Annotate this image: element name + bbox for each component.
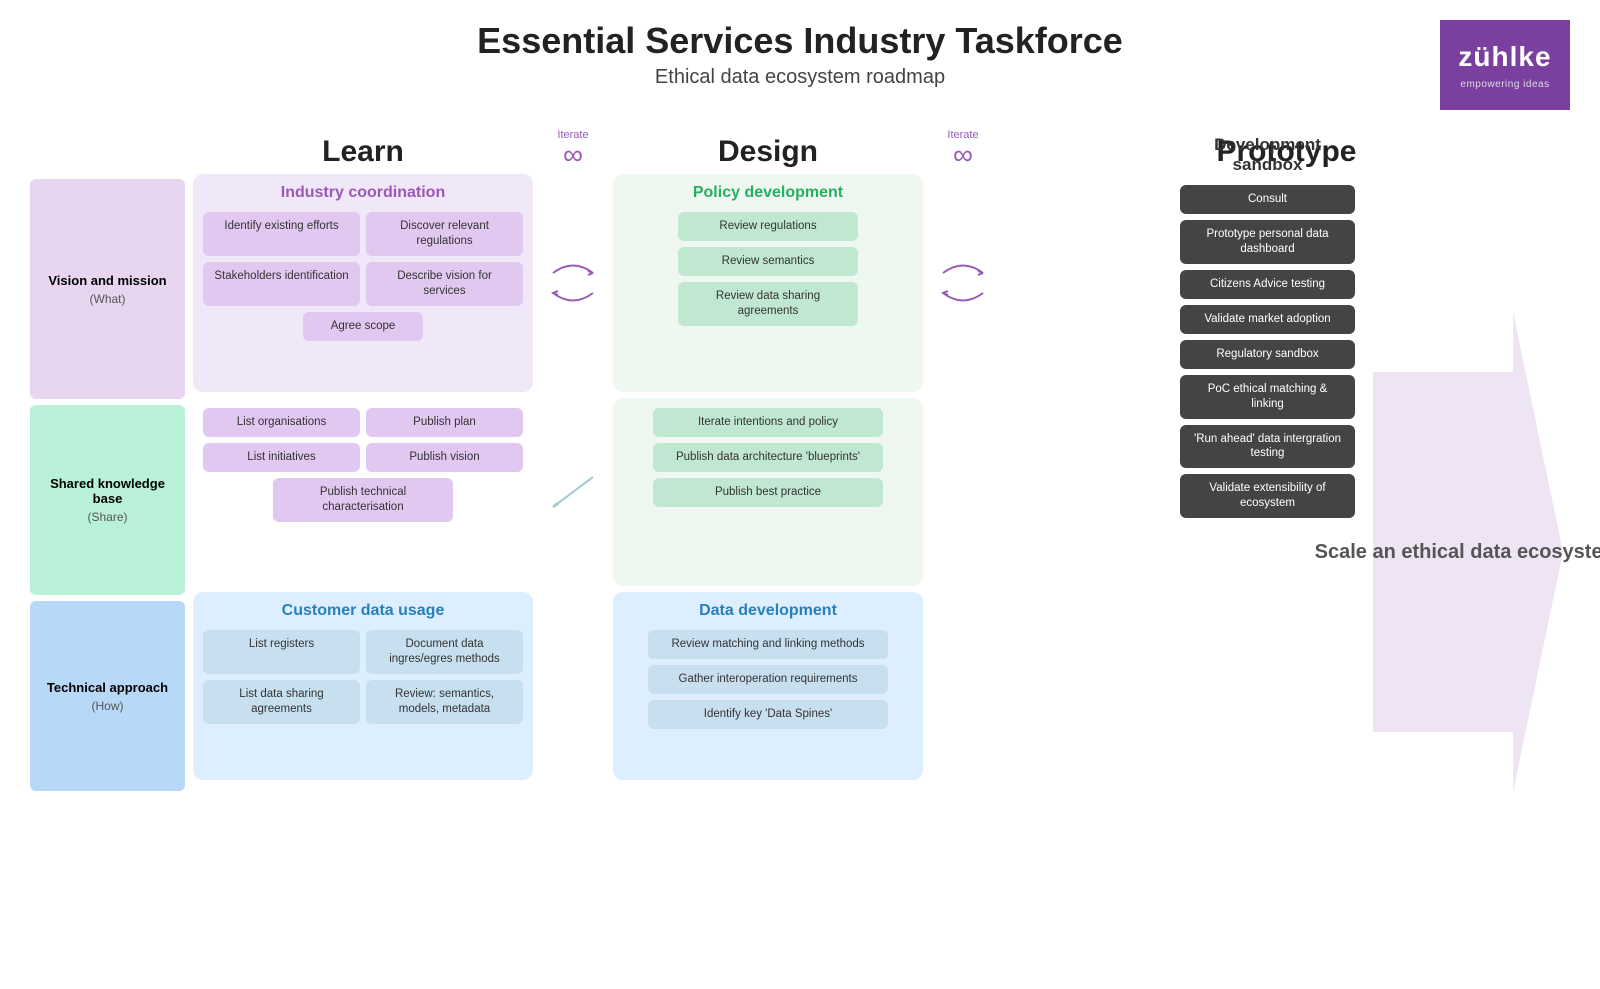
card-validate-market: Validate market adoption bbox=[1180, 305, 1355, 334]
customer-data-box: Customer data usage List registers Docum… bbox=[193, 592, 533, 780]
learn-header: Learn bbox=[193, 135, 533, 174]
card-list-initiatives: List initiatives bbox=[203, 443, 360, 472]
card-describe-vision: Describe vision for services bbox=[366, 262, 523, 306]
iterate1-icon: ∞ bbox=[563, 141, 583, 169]
policy-cards: Review regulations Review semantics Revi… bbox=[623, 212, 913, 326]
zuhlke-logo: zühlke empowering ideas bbox=[1440, 20, 1570, 110]
card-iterate-intentions: Iterate intentions and policy bbox=[653, 408, 883, 437]
iterate1-header: Iterate ∞ bbox=[533, 129, 613, 174]
agree-scope-wrapper: Agree scope bbox=[203, 312, 523, 341]
card-review-regs: Review regulations bbox=[678, 212, 858, 241]
card-list-registers: List registers bbox=[203, 630, 360, 674]
iterate2-header: Iterate ∞ bbox=[923, 129, 1003, 174]
design-header: Design bbox=[613, 135, 923, 174]
vision-label: Vision and mission (What) bbox=[30, 179, 185, 399]
card-publish-best-practice: Publish best practice bbox=[653, 478, 883, 507]
row-labels: Vision and mission (What) Shared knowled… bbox=[30, 179, 185, 791]
knowledge-learn-box: List organisations Publish plan List ini… bbox=[193, 398, 533, 586]
logo-sub: empowering ideas bbox=[1460, 79, 1549, 90]
scale-text: Scale an ethical data ecosystem bbox=[1315, 538, 1600, 566]
card-review-data-sharing: Review data sharing agreements bbox=[678, 282, 858, 326]
card-review-semantics: Review semantics bbox=[678, 247, 858, 276]
curved-arrow-2 bbox=[933, 253, 993, 313]
knowledge-design-cards: Iterate intentions and policy Publish da… bbox=[623, 408, 913, 507]
data-dev-box: Data development Review matching and lin… bbox=[613, 592, 923, 780]
card-list-orgs: List organisations bbox=[203, 408, 360, 437]
card-regulatory-sandbox: Regulatory sandbox bbox=[1180, 340, 1355, 369]
sandbox-cards-list: Consult Prototype personal data dashboar… bbox=[1180, 185, 1355, 518]
card-stakeholders: Stakeholders identification bbox=[203, 262, 360, 306]
card-poc-ethical: PoC ethical matching & linking bbox=[1180, 375, 1355, 419]
card-run-ahead: 'Run ahead' data intergration testing bbox=[1180, 425, 1355, 469]
policy-dev-box: Policy development Review regulations Re… bbox=[613, 174, 923, 392]
spacer3 bbox=[533, 592, 613, 780]
iterate2-icon: ∞ bbox=[953, 141, 973, 169]
card-discover: Discover relevant regulations bbox=[366, 212, 523, 256]
card-agree-scope: Agree scope bbox=[303, 312, 423, 341]
card-publish-blueprints: Publish data architecture 'blueprints' bbox=[653, 443, 883, 472]
knowledge-design-box: Iterate intentions and policy Publish da… bbox=[613, 398, 923, 586]
knowledge-learn-cards: List organisations Publish plan List ini… bbox=[203, 408, 523, 472]
card-prototype-personal: Prototype personal data dashboard bbox=[1180, 220, 1355, 264]
industry-coord-box: Industry coordination Identify existing … bbox=[193, 174, 533, 392]
page-subtitle: Ethical data ecosystem roadmap bbox=[30, 66, 1570, 89]
curved-arrow-1 bbox=[543, 253, 603, 313]
curved-arrow-3 bbox=[543, 467, 603, 517]
spacer-iterate-1 bbox=[533, 398, 613, 586]
card-review-matching: Review matching and linking methods bbox=[648, 630, 888, 659]
card-identify: Identify existing efforts bbox=[203, 212, 360, 256]
logo-text: zühlke bbox=[1458, 41, 1551, 73]
card-identify-data-spines: Identify key 'Data Spines' bbox=[648, 700, 888, 729]
technical-label: Technical approach (How) bbox=[30, 601, 185, 791]
card-validate-ext: Validate extensibility of ecosystem bbox=[1180, 474, 1355, 518]
card-list-data-sharing: List data sharing agreements bbox=[203, 680, 360, 724]
customer-data-cards: List registers Document data ingres/egre… bbox=[203, 630, 523, 724]
page-title: Essential Services Industry Taskforce bbox=[30, 20, 1570, 62]
card-publish-plan: Publish plan bbox=[366, 408, 523, 437]
iterate2-arrow bbox=[923, 174, 1003, 392]
card-gather-interop: Gather interoperation requirements bbox=[648, 665, 888, 694]
spacer4 bbox=[923, 592, 1003, 780]
dev-sandbox-overlay: Development sandbox Consult Prototype pe… bbox=[1180, 135, 1570, 969]
industry-cards: Identify existing efforts Discover relev… bbox=[203, 212, 523, 306]
spacer-iterate-2 bbox=[923, 398, 1003, 586]
page-container: zühlke empowering ideas Essential Servic… bbox=[0, 0, 1600, 989]
card-consult: Consult bbox=[1180, 185, 1355, 214]
iterate1-arrow bbox=[533, 174, 613, 392]
card-citizens-advice: Citizens Advice testing bbox=[1180, 270, 1355, 299]
card-document-data: Document data ingres/egres methods bbox=[366, 630, 523, 674]
card-publish-vision: Publish vision bbox=[366, 443, 523, 472]
page-header: Essential Services Industry Taskforce Et… bbox=[30, 20, 1570, 89]
scale-arrow-area: Scale an ethical data ecosystem bbox=[1365, 135, 1570, 969]
data-dev-cards: Review matching and linking methods Gath… bbox=[623, 630, 913, 729]
shared-label: Shared knowledge base (Share) bbox=[30, 405, 185, 595]
card-review-semantics: Review: semantics, models, metadata bbox=[366, 680, 523, 724]
card-publish-tech: Publish technical characterisation bbox=[273, 478, 453, 522]
